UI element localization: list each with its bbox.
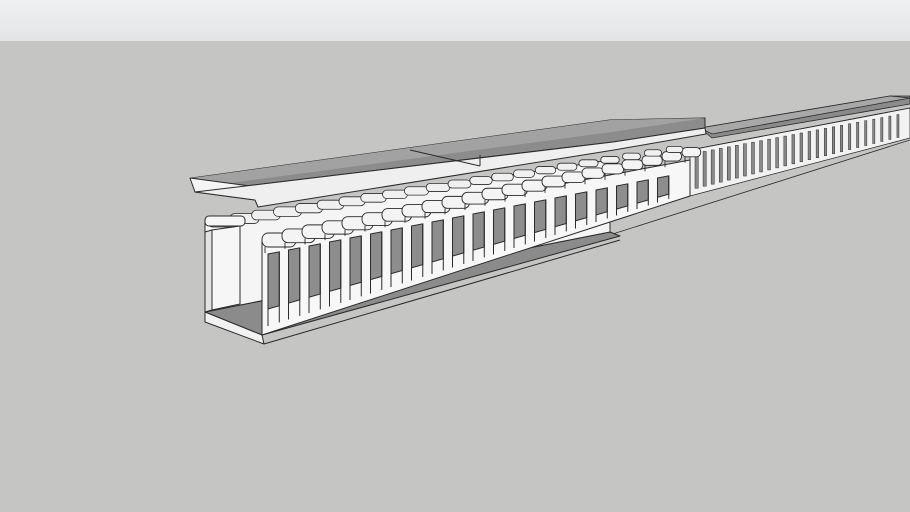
far-wall-slot (743, 143, 747, 177)
wall-slot (493, 207, 506, 246)
far-wall-slot (791, 134, 795, 165)
wall-slot (411, 223, 424, 269)
far-wall-slot (702, 151, 707, 187)
back-finger-cap (447, 179, 472, 189)
back-finger-cap (665, 145, 684, 153)
duct-near-section (189, 117, 707, 345)
duct-far-section (599, 95, 910, 239)
far-wall-slot (880, 117, 884, 142)
wall-slot (267, 251, 280, 310)
wall-slot (452, 215, 465, 257)
wall-slot (390, 227, 403, 275)
wall-slot (513, 203, 526, 240)
wall-slot (308, 243, 321, 298)
far-wall-slot (864, 120, 868, 146)
wall-slot (431, 219, 444, 263)
far-wall-slot (718, 148, 723, 183)
finger-cap (601, 163, 625, 175)
wall-slot (370, 231, 383, 281)
back-finger-cap (643, 149, 663, 157)
far-wall-slot (856, 121, 860, 148)
wall-slot (329, 239, 342, 293)
back-finger-cap (556, 162, 578, 171)
finger-cap (641, 155, 663, 166)
wall-slot (636, 179, 649, 204)
far-wall-slot (759, 140, 763, 173)
back-finger-cap (622, 152, 641, 161)
back-finger-cap (382, 189, 408, 200)
far-wall-slot (751, 141, 755, 175)
far-wall-slot (694, 152, 699, 189)
far-wall-slot (807, 131, 811, 161)
far-wall-slot (727, 146, 731, 181)
back-finger-cap (469, 176, 493, 185)
finger-cap (581, 167, 605, 179)
wall-slot (472, 211, 485, 251)
wall-slot (349, 235, 362, 287)
wall-slot (616, 183, 629, 210)
back-finger-cap (578, 159, 599, 168)
duct-end-profile (204, 215, 246, 313)
far-wall-slot (896, 114, 900, 138)
far-wall-slot (832, 126, 835, 154)
back-finger-cap (425, 182, 451, 192)
wall-slot (554, 195, 567, 228)
wall-slot (657, 175, 670, 199)
far-wall-slot (710, 149, 715, 185)
far-wall-slot (840, 125, 844, 152)
finger-cap (621, 159, 644, 171)
finger-cap (661, 151, 682, 162)
far-wall-slot (799, 132, 803, 163)
wire-duct-model[interactable] (0, 0, 910, 512)
wall-slot (595, 187, 608, 216)
far-wall-slot (815, 129, 819, 158)
back-finger-cap (513, 169, 535, 178)
far-wall-slot (823, 128, 827, 156)
wall-slot (575, 191, 588, 222)
finger-cap (681, 147, 702, 158)
far-wall-slot (888, 115, 892, 140)
3d-viewport[interactable] (0, 0, 910, 512)
far-wall-slot (872, 118, 876, 144)
wall-slot (288, 247, 301, 304)
back-finger-cap (491, 172, 514, 182)
back-finger-cap (600, 156, 620, 164)
far-wall-slot (775, 137, 779, 169)
back-finger-cap (534, 166, 557, 175)
back-finger-cap (403, 186, 430, 196)
far-wall-slot (783, 135, 787, 167)
far-wall-slot (848, 123, 852, 150)
far-wall-slot (767, 138, 771, 171)
wall-slot (534, 199, 547, 234)
far-wall-slot (735, 145, 739, 179)
